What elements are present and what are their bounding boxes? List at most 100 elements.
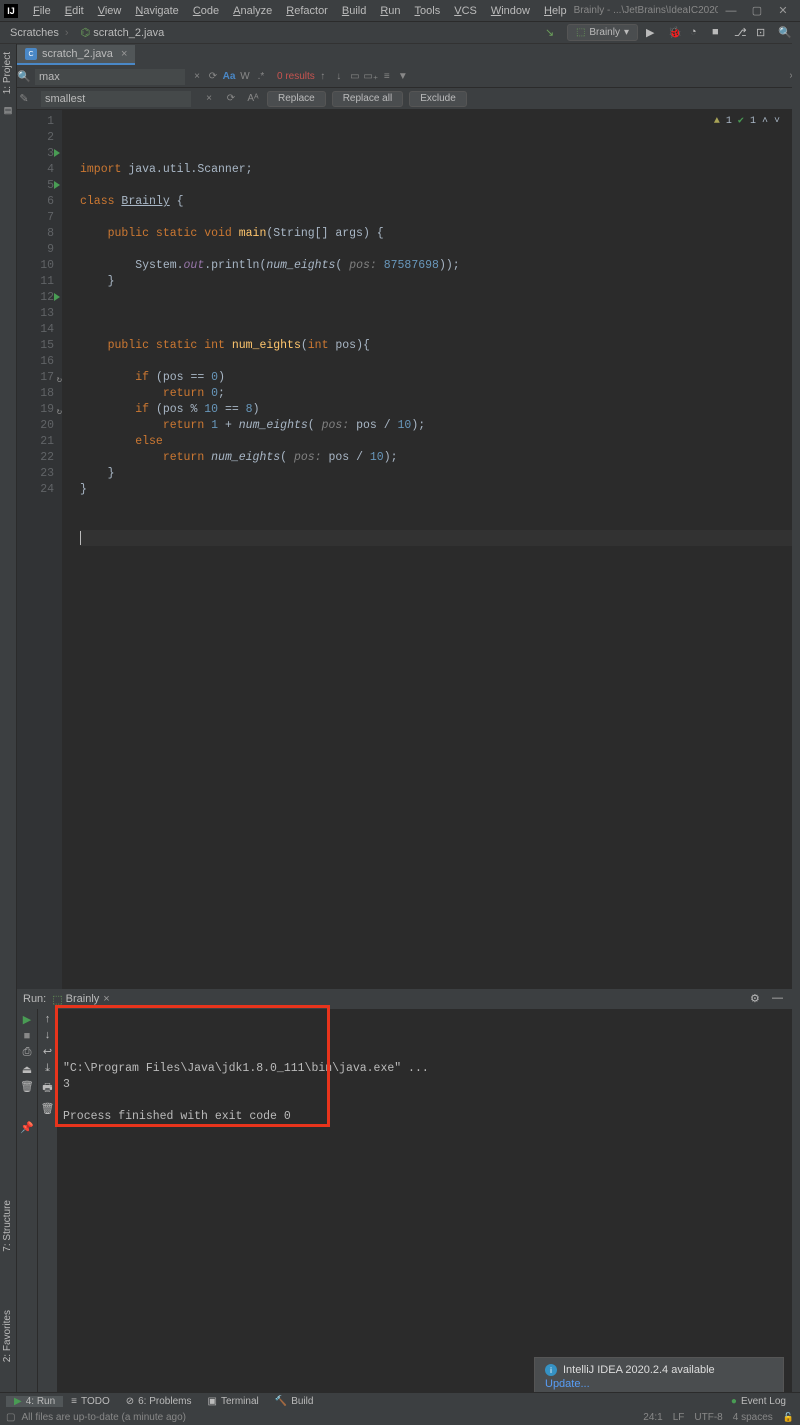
clear-find-button[interactable]: × [189, 69, 205, 85]
navigation-bar: Scratches ⌬ scratch_2.java ↘ ⬚Brainly▾ ▶… [0, 22, 800, 44]
menu-vcs[interactable]: VCS [447, 5, 484, 17]
indent-config[interactable]: 4 spaces [733, 1412, 773, 1423]
file-tab-scratch2[interactable]: C scratch_2.java × [17, 45, 135, 65]
menu-help[interactable]: Help [537, 5, 574, 17]
breadcrumb-scratches[interactable]: Scratches [4, 27, 75, 39]
menu-run[interactable]: Run [373, 5, 407, 17]
inspections-widget[interactable]: ▲1 ✔1 ˄ ˅ [714, 114, 780, 130]
soft-wrap-button[interactable]: ↩ [43, 1045, 52, 1058]
clear-replace-button[interactable]: × [201, 91, 217, 107]
find-input[interactable] [35, 69, 185, 85]
menu-view[interactable]: View [91, 5, 129, 17]
exclude-button[interactable]: Exclude [409, 91, 467, 107]
menu-window[interactable]: Window [484, 5, 537, 17]
exit-button[interactable]: ⏏ [22, 1063, 32, 1076]
notification-title: IntelliJ IDEA 2020.2.4 available [563, 1364, 715, 1376]
close-button[interactable]: ✕ [776, 4, 790, 18]
run-settings-icon[interactable]: ⚙ [750, 992, 764, 1006]
select-all-button[interactable]: ▭ [347, 69, 363, 85]
chevron-up-icon[interactable]: ˄ [762, 114, 768, 130]
up-trace-button[interactable]: ↑ [45, 1013, 51, 1025]
todo-tab-button[interactable]: ≡TODO [63, 1396, 118, 1407]
replace-all-button[interactable]: Replace all [332, 91, 403, 107]
structure-tool-tab[interactable]: 7: Structure [0, 1192, 15, 1260]
favorites-tool-tab[interactable]: 2: Favorites [0, 1302, 15, 1370]
run-console-output[interactable]: "C:\Program Files\Java\jdk1.8.0_111\bin\… [57, 1009, 792, 1399]
menu-build[interactable]: Build [335, 5, 373, 17]
right-tool-strip [792, 22, 800, 1410]
menu-edit[interactable]: Edit [58, 5, 91, 17]
prev-match-button[interactable]: ↑ [315, 69, 331, 85]
menu-file[interactable]: File [26, 5, 58, 17]
funnel-icon[interactable]: ▼ [395, 69, 411, 85]
filter-button[interactable]: ≡ [379, 69, 395, 85]
project-tool-tab[interactable]: 1: Project [0, 44, 15, 102]
status-dock-icon[interactable]: ▢ [6, 1412, 15, 1423]
pin-button[interactable]: 📌 [20, 1121, 34, 1134]
menu-navigate[interactable]: Navigate [128, 5, 185, 17]
run-tab-button[interactable]: ▶4: Run [6, 1396, 63, 1407]
find-results-count: 0 results [277, 71, 315, 82]
window-title: Brainly - ...\JetBrains\IdeaIC2020.2\scr… [574, 5, 718, 16]
history-find-button[interactable]: ⟳ [205, 69, 221, 85]
preserve-case-button[interactable]: Aᴬ [245, 91, 261, 107]
tab-filename: scratch_2.java [42, 48, 113, 60]
menu-tools[interactable]: Tools [408, 5, 448, 17]
find-icon: 🔍 [17, 70, 31, 83]
print-button[interactable]: 🖶 [42, 1079, 52, 1098]
replace-bar: ✎ × ⟳ Aᴬ Replace Replace all Exclude [0, 88, 800, 110]
run-button[interactable]: ▶ [646, 26, 660, 40]
minimize-button[interactable]: — [724, 4, 738, 18]
regex-button[interactable]: .* [253, 69, 269, 85]
run-tool-window: Run: ⬚ Brainly × ⚙ — ▶ ■ ⎙ ⏏ 🗑 📌 ↑ ↓ ↩ ⤓… [17, 989, 792, 1399]
line-separator[interactable]: LF [673, 1412, 685, 1423]
file-encoding[interactable]: UTF-8 [694, 1412, 722, 1423]
menu-refactor[interactable]: Refactor [279, 5, 335, 17]
clear-button[interactable]: 🗑 [41, 1102, 55, 1115]
menu-code[interactable]: Code [186, 5, 226, 17]
terminal-tab-button[interactable]: ▣Terminal [199, 1396, 266, 1407]
stop-run-button[interactable]: ■ [24, 1030, 31, 1042]
run-hide-icon[interactable]: — [772, 992, 786, 1006]
files-icon[interactable]: ▤ [0, 102, 16, 119]
readonly-lock-icon[interactable]: 🔓 [783, 1412, 794, 1423]
history-replace-button[interactable]: ⟳ [223, 91, 239, 107]
search-everywhere-button[interactable]: ⊡ [756, 26, 770, 40]
down-trace-button[interactable]: ↓ [45, 1029, 51, 1041]
update-notification[interactable]: iIntelliJ IDEA 2020.2.4 available Update… [534, 1357, 784, 1397]
maximize-button[interactable]: ▢ [750, 4, 764, 18]
gutter: 1234567891011121314151617↻1819↻202122232… [17, 110, 62, 989]
search-button[interactable]: 🔍 [778, 26, 792, 40]
chevron-down-icon[interactable]: ˅ [774, 114, 780, 130]
scroll-end-button[interactable]: ⤓ [45, 1062, 50, 1075]
build-icon[interactable]: ↘ [545, 26, 559, 40]
update-link[interactable]: Update... [545, 1378, 773, 1390]
problems-tab-button[interactable]: ⊘6: Problems [118, 1396, 200, 1407]
run-config-selector[interactable]: ⬚Brainly▾ [567, 24, 638, 41]
breadcrumb-file[interactable]: ⌬ scratch_2.java [75, 26, 177, 39]
next-match-button[interactable]: ↓ [331, 69, 347, 85]
status-message: All files are up-to-date (a minute ago) [21, 1412, 186, 1423]
run-tab-name[interactable]: Brainly [66, 993, 100, 1005]
dump-threads-button[interactable]: ⎙ [23, 1046, 32, 1059]
run-panel-title: Run: [23, 993, 46, 1005]
code-editor[interactable]: 1234567891011121314151617↻1819↻202122232… [17, 110, 792, 989]
menu-analyze[interactable]: Analyze [226, 5, 279, 17]
add-selection-button[interactable]: ▭₊ [363, 69, 379, 85]
stop-button[interactable]: ■ [712, 26, 726, 40]
trash-button[interactable]: 🗑 [20, 1080, 34, 1093]
build-tab-button[interactable]: 🔨Build [267, 1396, 322, 1407]
caret-position[interactable]: 24:1 [643, 1412, 662, 1423]
git-button[interactable]: ⎇ [734, 26, 748, 40]
replace-input[interactable] [41, 91, 191, 107]
event-log-tab-button[interactable]: ●Event Log [723, 1396, 794, 1407]
coverage-button[interactable]: ◔ [690, 26, 704, 40]
tab-close-button[interactable]: × [121, 48, 127, 60]
replace-button[interactable]: Replace [267, 91, 326, 107]
match-case-button[interactable]: Aa [221, 69, 237, 85]
run-tab-close[interactable]: × [103, 993, 109, 1005]
rerun-button[interactable]: ▶ [23, 1013, 31, 1026]
whole-words-button[interactable]: W [237, 69, 253, 85]
bottom-tool-tabs: ▶4: Run ≡TODO ⊘6: Problems ▣Terminal 🔨Bu… [0, 1392, 800, 1410]
debug-button[interactable]: 🐞 [668, 26, 682, 40]
